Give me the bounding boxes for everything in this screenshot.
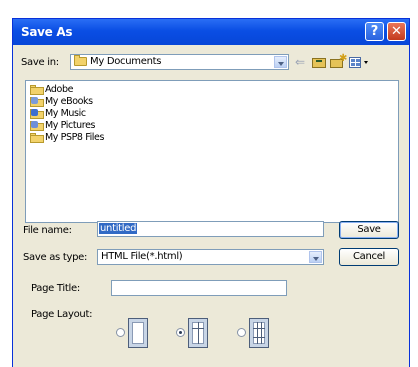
- folder-icon: [30, 132, 44, 143]
- close-button[interactable]: ✕: [387, 22, 406, 41]
- three-column-layout-icon[interactable]: [249, 318, 269, 348]
- cancel-button[interactable]: Cancel: [339, 248, 399, 266]
- new-folder-icon[interactable]: ✱: [330, 54, 347, 69]
- page-layout-label: Page Layout:: [31, 309, 93, 320]
- file-list[interactable]: Adobe My eBooks My Music My Pictures My …: [25, 80, 399, 223]
- list-item-label: My eBooks: [45, 96, 93, 107]
- page-title-field[interactable]: [111, 280, 287, 296]
- up-folder-icon[interactable]: [312, 55, 328, 69]
- save-as-type-dropdown[interactable]: HTML File(*.html): [97, 249, 324, 265]
- my-documents-icon: [74, 55, 87, 66]
- file-name-value: untitled: [99, 223, 138, 234]
- list-item[interactable]: My Music: [30, 108, 86, 120]
- chevron-down-icon[interactable]: [309, 251, 322, 263]
- layout-single-radio[interactable]: [116, 328, 125, 337]
- save-in-dropdown[interactable]: My Documents: [70, 54, 289, 70]
- back-icon[interactable]: ⇐: [295, 55, 311, 69]
- save-as-type-label: Save as type:: [23, 252, 88, 263]
- dialog-title: Save As: [21, 25, 73, 39]
- chevron-down-icon[interactable]: [274, 56, 287, 68]
- list-item-label: My PSP8 Files: [45, 132, 105, 143]
- list-item[interactable]: Adobe: [30, 84, 73, 96]
- list-item[interactable]: My Pictures: [30, 120, 95, 132]
- page-title-label: Page Title:: [31, 283, 80, 294]
- save-button[interactable]: Save: [339, 221, 399, 239]
- music-folder-icon: [30, 108, 44, 119]
- list-item[interactable]: My PSP8 Files: [30, 132, 104, 144]
- save-in-value: My Documents: [90, 56, 162, 67]
- pictures-folder-icon: [30, 120, 44, 131]
- views-menu-icon[interactable]: [349, 55, 371, 69]
- file-name-label: File name:: [23, 225, 72, 236]
- two-column-layout-icon[interactable]: [188, 318, 208, 348]
- list-item[interactable]: My eBooks: [30, 96, 93, 108]
- single-page-layout-icon[interactable]: [128, 318, 148, 348]
- folder-icon: [30, 84, 44, 95]
- save-as-dialog: Save As ? ✕ Save in: My Documents ⇐ ✱ Ad…: [12, 18, 410, 367]
- list-item-label: Adobe: [45, 84, 74, 95]
- save-in-label: Save in:: [21, 57, 59, 68]
- layout-two-column-radio[interactable]: [176, 328, 185, 337]
- title-bar[interactable]: Save As ? ✕: [13, 19, 409, 45]
- ebooks-folder-icon: [30, 96, 44, 107]
- save-as-type-value: HTML File(*.html): [101, 251, 183, 262]
- file-name-field[interactable]: untitled: [97, 221, 324, 237]
- help-button[interactable]: ?: [365, 22, 384, 41]
- list-item-label: My Music: [45, 108, 86, 119]
- layout-three-column-radio[interactable]: [237, 328, 246, 337]
- list-item-label: My Pictures: [45, 120, 96, 131]
